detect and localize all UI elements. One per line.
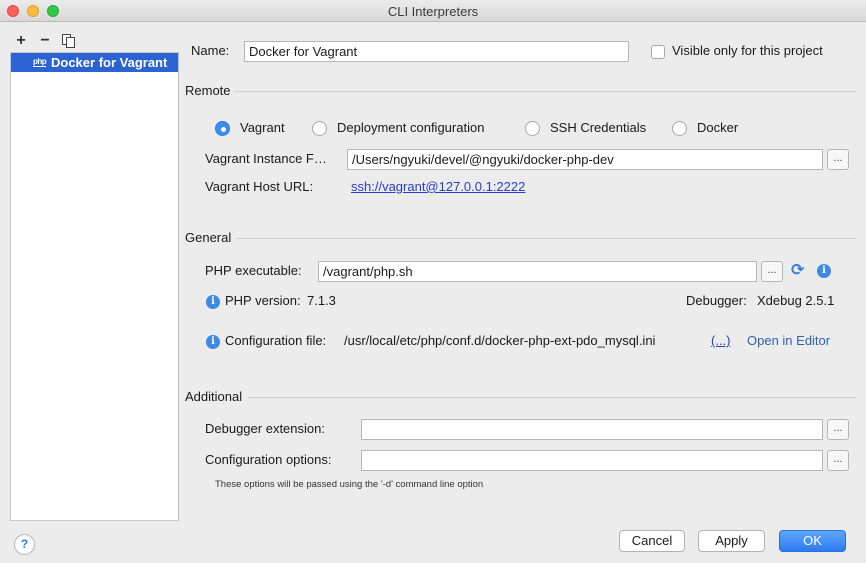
vagrant-host-url-link[interactable]: ssh://vagrant@127.0.0.1:2222 xyxy=(351,179,525,194)
info-icon: i xyxy=(206,335,220,349)
config-file-label: Configuration file: xyxy=(225,333,327,348)
radio-ssh-credentials-label: SSH Credentials xyxy=(550,120,647,135)
remove-icon[interactable]: − xyxy=(38,33,52,49)
remote-divider xyxy=(234,91,856,92)
php-version-label: PHP version: xyxy=(225,293,301,308)
title-bar: CLI Interpreters xyxy=(0,0,866,22)
configuration-options-input[interactable] xyxy=(361,450,823,471)
debugger-extension-browse-button[interactable]: ... xyxy=(827,419,849,440)
configuration-options-hint: These options will be passed using the '… xyxy=(215,479,484,490)
php-executable-input[interactable]: /vagrant/php.sh xyxy=(318,261,757,282)
configuration-options-browse-button[interactable]: ... xyxy=(827,450,849,471)
help-button[interactable]: ? xyxy=(14,534,35,555)
info-icon[interactable]: i xyxy=(817,264,831,278)
ok-button[interactable]: OK xyxy=(779,530,846,552)
configuration-options-label: Configuration options: xyxy=(205,452,332,467)
php-icon: php xyxy=(33,57,47,67)
visible-only-checkbox[interactable] xyxy=(651,45,665,59)
name-input[interactable]: Docker for Vagrant xyxy=(244,41,629,62)
sidebar-toolbar: + − xyxy=(14,32,76,50)
cancel-button[interactable]: Cancel xyxy=(619,530,685,552)
additional-divider xyxy=(248,397,856,398)
php-executable-label: PHP executable: xyxy=(205,263,302,278)
name-label: Name: xyxy=(191,43,230,58)
vagrant-host-url-label: Vagrant Host URL: xyxy=(205,179,314,194)
general-divider xyxy=(236,238,856,239)
visible-only-label: Visible only for this project xyxy=(672,43,823,58)
radio-docker-label: Docker xyxy=(697,120,739,135)
debugger-label: Debugger: xyxy=(686,293,747,308)
php-executable-browse-button[interactable]: ... xyxy=(761,261,783,282)
interpreter-list-item[interactable]: php Docker for Vagrant xyxy=(11,53,178,72)
apply-button[interactable]: Apply xyxy=(698,530,765,552)
general-section-title: General xyxy=(185,230,232,245)
radio-vagrant-label: Vagrant xyxy=(240,120,285,135)
interpreter-list-item-label: Docker for Vagrant xyxy=(51,55,168,70)
debugger-extension-input[interactable] xyxy=(361,419,823,440)
radio-vagrant[interactable] xyxy=(215,121,230,136)
config-file-path: /usr/local/etc/php/conf.d/docker-php-ext… xyxy=(344,333,656,348)
config-file-more-link[interactable]: (...) xyxy=(711,333,731,348)
open-in-editor-link[interactable]: Open in Editor xyxy=(747,333,830,348)
info-icon: i xyxy=(206,295,220,309)
vagrant-instance-folder-input[interactable]: /Users/ngyuki/devel/@ngyuki/docker-php-d… xyxy=(347,149,823,170)
vagrant-instance-folder-label: Vagrant Instance F… xyxy=(205,151,327,166)
interpreter-list: php Docker for Vagrant xyxy=(10,52,179,521)
debugger-value: Xdebug 2.5.1 xyxy=(757,293,835,308)
window-title: CLI Interpreters xyxy=(387,4,479,19)
debugger-extension-label: Debugger extension: xyxy=(205,421,325,436)
radio-deployment-configuration[interactable] xyxy=(312,121,327,136)
additional-section-title: Additional xyxy=(185,389,243,404)
radio-deployment-configuration-label: Deployment configuration xyxy=(337,120,485,135)
vagrant-instance-folder-browse-button[interactable]: ... xyxy=(827,149,849,170)
radio-ssh-credentials[interactable] xyxy=(525,121,540,136)
copy-icon[interactable] xyxy=(62,33,76,49)
refresh-icon[interactable]: ⟳ xyxy=(791,263,804,279)
remote-section-title: Remote xyxy=(185,83,231,98)
radio-docker[interactable] xyxy=(672,121,687,136)
php-version-value: 7.1.3 xyxy=(307,293,336,308)
add-icon[interactable]: + xyxy=(14,33,28,49)
